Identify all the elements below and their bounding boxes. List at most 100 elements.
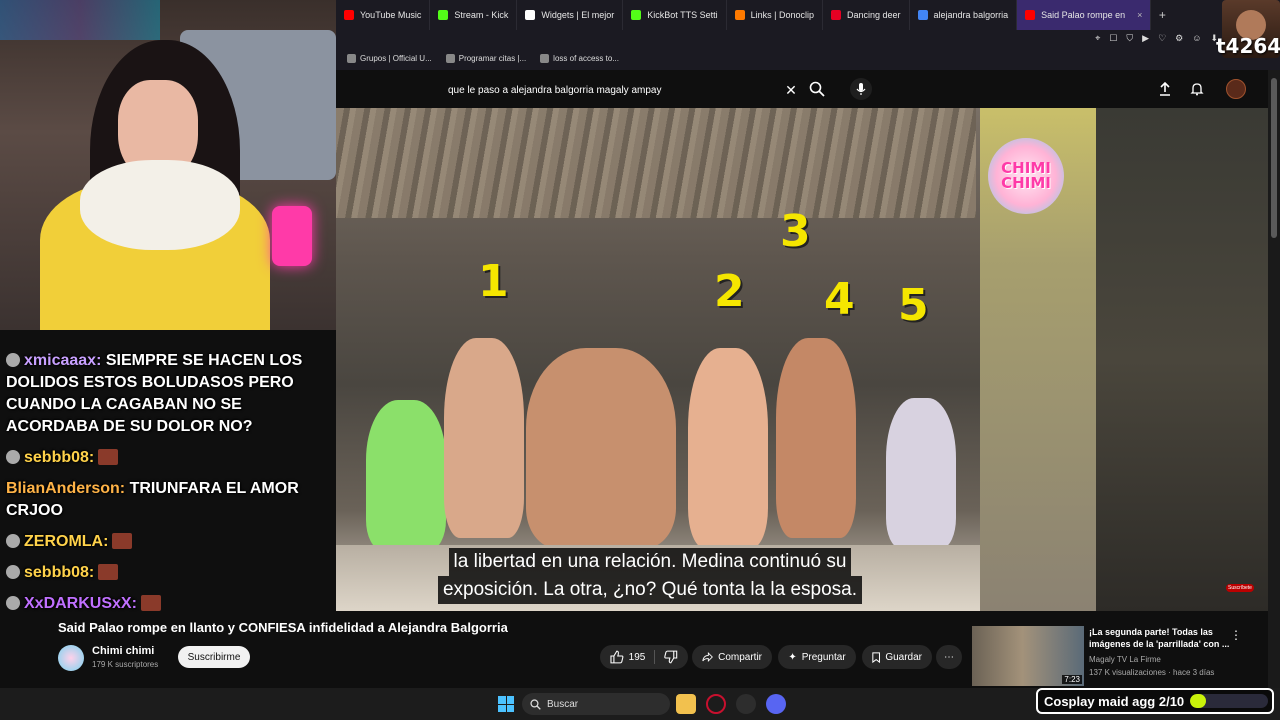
more-icon: ⋯: [944, 651, 954, 663]
opera-browser-icon[interactable]: [706, 694, 726, 714]
browser-tab[interactable]: Stream - Kick: [430, 0, 518, 30]
user-badge-icon: [6, 534, 20, 548]
page-scrollbar[interactable]: [1268, 70, 1280, 690]
tab-label: Widgets | El mejor: [541, 10, 615, 20]
save-bookmark-icon: [872, 651, 880, 663]
chat-overlay: xmicaaax: SIEMPRE SE HACEN LOS DOLIDOS E…: [0, 350, 310, 624]
tab-label: YouTube Music: [360, 10, 422, 20]
like-count[interactable]: 195: [629, 652, 646, 663]
close-tab-icon[interactable]: ×: [1137, 10, 1142, 20]
bookmarks-bar: Grupos | Official U... Programar citas |…: [336, 46, 1280, 70]
voice-search-button[interactable]: [850, 78, 872, 100]
channel-name[interactable]: Chimi chimi: [92, 645, 154, 657]
microphone-icon: [856, 83, 866, 95]
profile-icon[interactable]: ☺: [1192, 33, 1201, 43]
video-figure: [776, 338, 856, 538]
bell-icon: [1190, 83, 1204, 96]
bookmark-favicon-icon: [445, 53, 455, 63]
kebab-menu-icon[interactable]: ⋮: [1230, 628, 1242, 642]
related-video-title[interactable]: ¡La segunda parte! Todas las imágenes de…: [1089, 626, 1245, 650]
youtube-header: que le paso a alejandra balgorria magaly…: [336, 70, 1280, 108]
account-avatar[interactable]: [1226, 79, 1246, 99]
video-subtitles: la libertad en una relación. Medina cont…: [400, 548, 900, 604]
video-side-area: [1096, 108, 1268, 611]
scrollbar-thumb[interactable]: [1271, 78, 1277, 238]
channel-avatar[interactable]: [58, 645, 84, 671]
video-figure: [526, 348, 676, 548]
clear-search-icon[interactable]: ✕: [782, 82, 800, 99]
video-player[interactable]: 1 2 3 4 5 CHIMI CHIMI la libertad en una…: [336, 108, 1096, 611]
chat-username: XxDARKUSxX:: [24, 595, 137, 612]
ask-button[interactable]: ✦ Preguntar: [778, 645, 856, 669]
chat-emote-icon: [98, 564, 119, 580]
bookmark-item[interactable]: Programar citas |...: [441, 53, 531, 63]
webcam-microphone: [272, 206, 312, 266]
chat-message: ZEROMLA:: [0, 531, 310, 553]
video-number-3: 3: [780, 206, 811, 257]
tab-label: Said Palao rompe en: [1041, 10, 1126, 20]
tab-favicon-icon: [734, 10, 745, 20]
related-video-thumbnail[interactable]: 7:23: [972, 626, 1084, 686]
browser-tab[interactable]: KickBot TTS Setti: [623, 0, 727, 30]
tab-favicon-icon: [631, 10, 642, 20]
browser-tab[interactable]: Links | Donoclip: [727, 0, 823, 30]
shield-icon[interactable]: ⛉: [1126, 33, 1133, 44]
goal-label: Cosplay maid agg 2/10: [1044, 693, 1185, 709]
tab-favicon-icon: [1025, 10, 1036, 20]
upload-button[interactable]: [1156, 80, 1174, 98]
subtitle-line: la libertad en una relación. Medina cont…: [448, 548, 852, 576]
like-icon[interactable]: [610, 650, 624, 664]
discord-icon[interactable]: [766, 694, 786, 714]
chat-message: XxDARKUSxX:: [0, 593, 310, 615]
bookmark-item[interactable]: loss of access to...: [535, 53, 624, 63]
browser-tab[interactable]: Dancing deer: [823, 0, 910, 30]
browser-tab[interactable]: alejandra balgorria: [910, 0, 1018, 30]
subtitle-line: exposición. La otra, ¿no? Qué tonta la l…: [437, 576, 863, 604]
channel-subscribers: 179 K suscriptores: [92, 660, 159, 669]
tab-favicon-icon: [917, 10, 928, 20]
upload-icon: [1160, 82, 1170, 96]
notifications-button[interactable]: [1188, 80, 1206, 98]
dislike-icon[interactable]: [664, 650, 678, 664]
extensions-icon[interactable]: ⚙: [1175, 33, 1183, 44]
save-button[interactable]: Guardar: [862, 645, 932, 669]
related-video-channel: Magaly TV La Firme: [1089, 655, 1161, 664]
subscribe-overlay-badge[interactable]: Suscríbete: [1226, 584, 1254, 592]
screen: YouTube Music Stream - Kick Widgets | El m…: [0, 0, 1280, 720]
related-video-stats: 137 K visualizaciones · hace 3 días: [1089, 668, 1215, 677]
share-icon: [702, 651, 713, 663]
taskbar-search[interactable]: Buscar: [522, 693, 670, 715]
search-bar[interactable]: que le paso a alejandra balgorria magaly…: [438, 78, 800, 102]
related-video-duration: 7:23: [1062, 675, 1082, 684]
tab-label: Stream - Kick: [454, 10, 509, 20]
tab-label: alejandra balgorria: [933, 10, 1009, 20]
like-dislike-group: 195: [600, 645, 688, 669]
search-button[interactable]: [806, 78, 828, 100]
streamer-tag: t4264: [1216, 34, 1280, 58]
tab-favicon-icon: [525, 10, 536, 20]
browser-tab[interactable]: Widgets | El mejor: [517, 0, 624, 30]
channel-logo-overlay: CHIMI CHIMI: [988, 138, 1064, 214]
chat-username: sebbb08:: [24, 564, 95, 581]
share-button[interactable]: Compartir: [692, 645, 772, 669]
search-input[interactable]: que le paso a alejandra balgorria magaly…: [438, 85, 782, 96]
tab-label: Links | Donoclip: [750, 10, 814, 20]
video-number-5: 5: [898, 280, 929, 331]
browser-tab[interactable]: YouTube Music: [336, 0, 431, 30]
subscribe-button[interactable]: Suscribirme: [178, 646, 250, 668]
browser-tab[interactable]: Said Palao rompe en ×: [1017, 0, 1152, 30]
new-tab-button[interactable]: +: [1151, 8, 1173, 22]
play-icon[interactable]: ▶: [1142, 33, 1149, 44]
video-figure: [886, 398, 956, 548]
related-video[interactable]: 7:23 ¡La segunda parte! Todas las imágen…: [972, 626, 1268, 688]
bookmark-icon[interactable]: ☐: [1109, 33, 1117, 44]
windows-start-icon[interactable]: [498, 696, 514, 712]
heart-icon[interactable]: ♡: [1158, 33, 1166, 44]
app-icon[interactable]: [736, 694, 756, 714]
goal-progress-fill: [1190, 694, 1206, 708]
browser-tabbar: YouTube Music Stream - Kick Widgets | El m…: [336, 0, 1280, 30]
bookmark-item[interactable]: Grupos | Official U...: [342, 53, 437, 63]
more-actions-button[interactable]: ⋯: [936, 645, 962, 669]
file-explorer-icon[interactable]: [676, 694, 696, 714]
pin-icon[interactable]: ⌖: [1095, 33, 1100, 44]
